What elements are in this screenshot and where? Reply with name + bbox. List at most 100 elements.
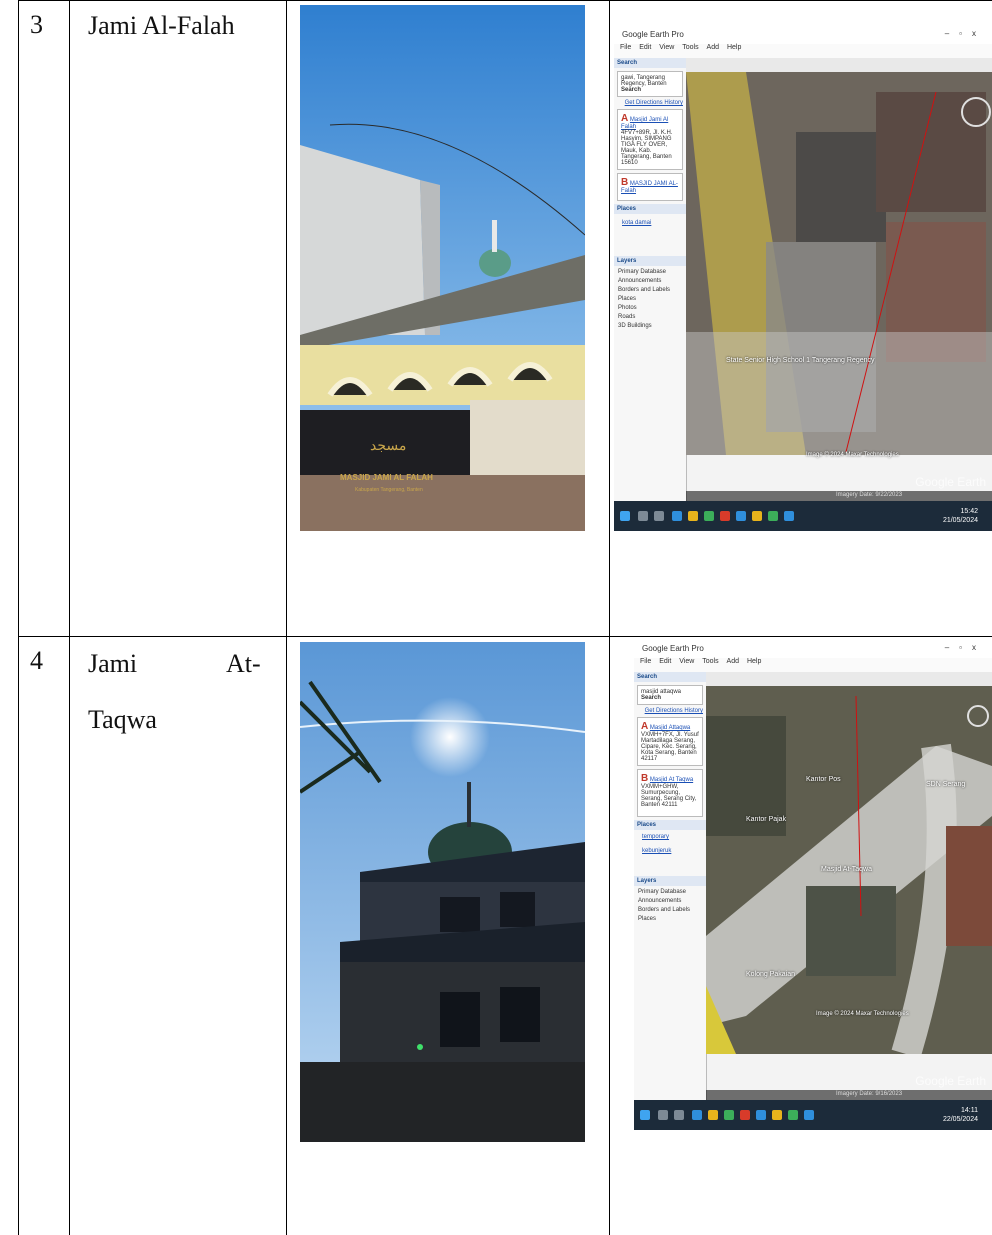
menu-file[interactable]: File [620,44,631,51]
table-border-col2 [286,0,287,1235]
menu-help[interactable]: Help [747,658,761,665]
layer-item[interactable]: Places [638,915,702,924]
layer-item[interactable]: Primary Database [638,888,702,897]
search-icon[interactable] [658,1110,668,1120]
app-icon[interactable] [788,1110,798,1120]
window-controls[interactable]: –▫x [945,29,986,38]
taskview-icon[interactable] [654,511,664,521]
row-number: 3 [30,10,43,39]
search-button[interactable]: Search [621,87,641,93]
result-b-title[interactable]: MASJID JAMI AL-Falah [621,181,678,194]
menu-bar: File Edit View Tools Add Help [634,658,992,672]
place-link[interactable]: temporary [634,830,706,844]
start-icon[interactable] [620,511,630,521]
window-titlebar: Google Earth Pro –▫x [614,26,992,44]
search-result-b[interactable]: B MASJID JAMI AL-Falah [617,173,683,201]
result-a-title[interactable]: Masjid Attaqwa [650,725,690,731]
sign-subtext: Kabupaten Tangerang, Banten [355,487,423,493]
result-a-title[interactable]: Masjid Jami Al Falah [621,117,668,130]
google-earth-screenshot-al-falah: Google Earth Pro –▫x File Edit View Tool… [614,26,992,531]
sign-text: MASJID JAMI AL FALAH [340,473,433,482]
taskview-icon[interactable] [674,1110,684,1120]
layer-item[interactable]: Roads [618,313,682,322]
app-icon[interactable] [724,1110,734,1120]
result-b-address: VXMM+GHW, Sumurpecung, Serang, Serang Ci… [641,784,697,808]
search-result-a[interactable]: A Masjid Attaqwa VXMH+7FX, Jl. Yusuf Mar… [637,717,703,766]
table-border-col1 [69,0,70,1235]
marker-a-icon: A [641,721,649,732]
layers-list: Primary Database Announcements Borders a… [634,886,706,926]
system-clock: 14:11 22/05/2024 [942,1107,978,1123]
layers-header: Layers [634,876,706,886]
layers-list: Primary Database Announcements Borders a… [614,266,686,333]
app-icon[interactable] [720,511,730,521]
app-icon[interactable] [692,1110,702,1120]
window-controls[interactable]: –▫x [945,643,986,652]
layer-item[interactable]: Photos [618,304,682,313]
app-icon[interactable] [672,511,682,521]
menu-add[interactable]: Add [727,658,739,665]
app-icon[interactable] [768,511,778,521]
place-link[interactable]: kota damai [614,214,686,232]
map-label: SDN Serang [926,781,966,788]
menu-edit[interactable]: Edit [659,658,671,665]
app-icon[interactable] [708,1110,718,1120]
google-earth-watermark: Google Earth [915,1074,986,1088]
result-a-address: 4FV7+89R, Jl. K.H. Hasyim, SIMPANG TIGA … [621,130,673,166]
menu-bar: File Edit View Tools Add Help [614,44,992,58]
layer-item[interactable]: Borders and Labels [638,906,702,915]
app-icon[interactable] [740,1110,750,1120]
place-link[interactable]: kebunjeruk [634,844,706,858]
status-bar: Imagery Date: 9/16/2023 [706,1090,992,1100]
app-icon[interactable] [756,1110,766,1120]
menu-tools[interactable]: Tools [702,658,718,665]
layer-item[interactable]: Primary Database [618,268,682,277]
search-header: Search [614,58,686,68]
map-label: State Senior High School 1 Tangerang Reg… [726,357,875,364]
result-b-title[interactable]: Masjid At Taqwa [650,777,693,783]
layers-header: Layers [614,256,686,266]
layer-item[interactable]: Announcements [618,277,682,286]
menu-file[interactable]: File [640,658,651,665]
table-border-top [18,0,992,1]
search-result-a[interactable]: A Masjid Jami Al Falah 4FV7+89R, Jl. K.H… [617,109,683,170]
places-header: Places [634,820,706,830]
app-icon[interactable] [688,511,698,521]
search-icon[interactable] [638,511,648,521]
row-number: 4 [30,646,43,675]
menu-add[interactable]: Add [707,44,719,51]
map-label: Kolong Pakaian [746,971,796,978]
search-result-b[interactable]: B Masjid At Taqwa VXMM+GHW, Sumurpecung,… [637,769,703,817]
menu-tools[interactable]: Tools [682,44,698,51]
search-input[interactable]: gawi, Tangerang Regency, Banten Search [617,71,683,97]
layer-item[interactable]: 3D Buildings [618,322,682,331]
marker-a-icon: A [621,113,629,124]
table-row-separator [18,636,992,637]
satellite-map[interactable]: State Senior High School 1 Tangerang Reg… [686,72,992,501]
app-icon[interactable] [784,511,794,521]
menu-edit[interactable]: Edit [639,44,651,51]
menu-view[interactable]: View [679,658,694,665]
satellite-map[interactable]: Masjid At-Taqwa Kantor Pos SDN Serang Ka… [706,686,992,1100]
app-icon[interactable] [772,1110,782,1120]
search-input[interactable]: masjid attaqwa Search [637,685,703,705]
google-earth-watermark: Google Earth [915,475,986,489]
search-button[interactable]: Search [641,695,661,701]
app-icon[interactable] [704,511,714,521]
directions-link[interactable]: Get Directions History [614,100,686,106]
app-icon[interactable] [752,511,762,521]
directions-link[interactable]: Get Directions History [634,708,706,714]
app-icon[interactable] [804,1110,814,1120]
app-icon[interactable] [736,511,746,521]
menu-view[interactable]: View [659,44,674,51]
map-toolbar[interactable] [686,58,992,72]
result-a-address: VXMH+7FX, Jl. Yusuf Martadilaga Serang, … [641,732,699,762]
layer-item[interactable]: Places [618,295,682,304]
menu-help[interactable]: Help [727,44,741,51]
map-toolbar[interactable] [706,672,992,686]
layer-item[interactable]: Announcements [638,897,702,906]
image-credit: Image © 2024 Maxar Technologies [816,1011,909,1017]
map-label: Kantor Pajak [746,816,787,823]
start-icon[interactable] [640,1110,650,1120]
layer-item[interactable]: Borders and Labels [618,286,682,295]
